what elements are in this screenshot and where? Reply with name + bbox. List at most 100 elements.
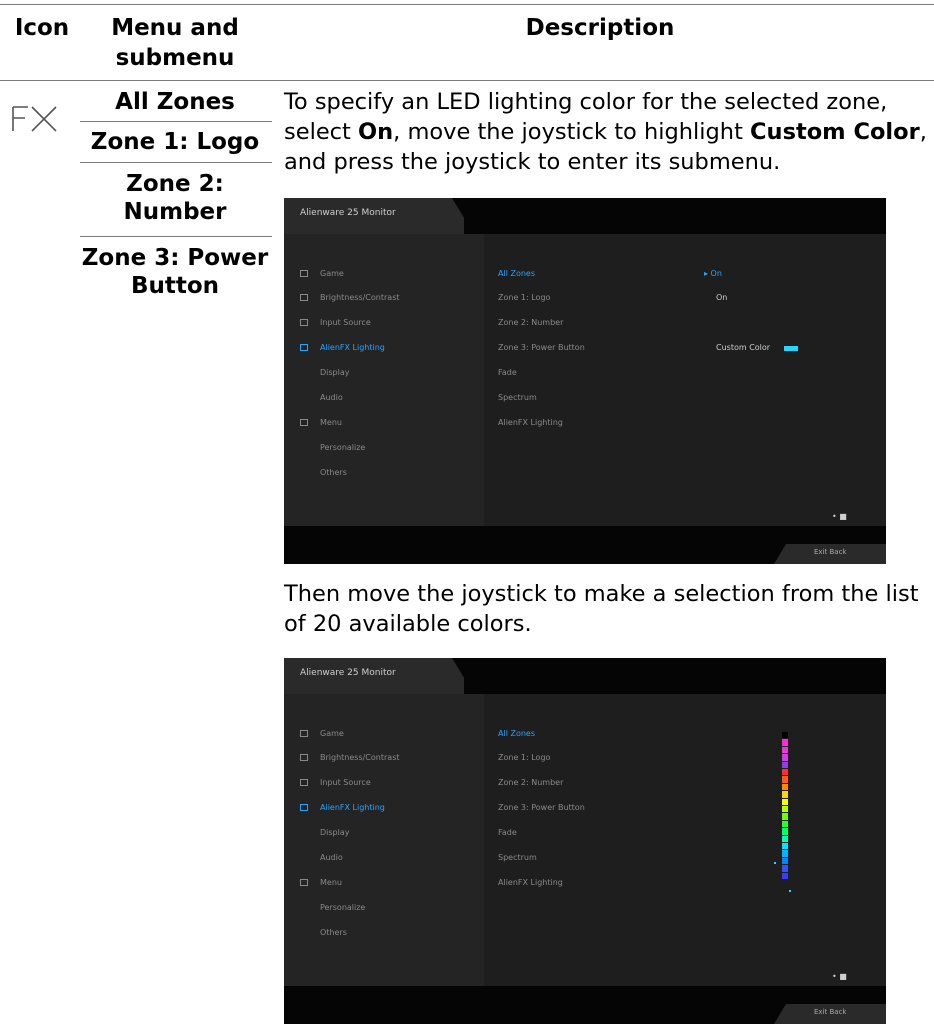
osd-menu-item: Game bbox=[320, 729, 344, 738]
osd-submenu-item: Zone 1: Logo bbox=[498, 293, 551, 302]
osd-value-on: ▸ On bbox=[704, 269, 722, 278]
osd-title: Alienware 25 Monitor bbox=[300, 208, 396, 218]
osd-menu-item: Others bbox=[320, 928, 347, 937]
osd-submenu-item: Zone 3: Power Button bbox=[498, 803, 585, 812]
osd-menu-panel bbox=[284, 234, 484, 526]
desc-text: , bbox=[919, 119, 927, 145]
osd-color-option[interactable] bbox=[782, 776, 788, 783]
alienfx-icon bbox=[300, 804, 308, 811]
osd-submenu-item: Zone 1: Logo bbox=[498, 753, 551, 762]
osd-menu-item-selected: AlienFX Lighting bbox=[320, 803, 385, 812]
osd-submenu-item-selected: All Zones bbox=[498, 729, 535, 738]
osd-selection-dot bbox=[774, 862, 776, 864]
osd-submenu-panel bbox=[484, 234, 886, 526]
desc-line: To specify an LED lighting color for the… bbox=[284, 89, 888, 115]
input-source-icon bbox=[300, 779, 308, 786]
osd-submenu-panel bbox=[484, 694, 886, 986]
osd-menu-item: Others bbox=[320, 468, 347, 477]
osd-submenu-item: Spectrum bbox=[498, 393, 537, 402]
desc-text: , move the joystick to highlight bbox=[393, 119, 751, 145]
osd-menu-item: Menu bbox=[320, 418, 342, 427]
osd-color-option[interactable] bbox=[782, 746, 788, 754]
alienfx-icon bbox=[300, 344, 308, 351]
osd-menu-item: Menu bbox=[320, 878, 342, 887]
menu-zone3-line1: Zone 3: Power bbox=[81, 245, 269, 271]
menu-icon bbox=[300, 879, 308, 886]
header-description: Description bbox=[525, 15, 675, 41]
header-menu-line2: submenu bbox=[115, 45, 235, 71]
osd-menu-item-selected: AlienFX Lighting bbox=[320, 343, 385, 352]
osd-color-option[interactable] bbox=[782, 843, 788, 850]
fx-icon-svg bbox=[12, 106, 57, 132]
osd-corner-indicator: • ■ bbox=[832, 512, 847, 521]
input-source-icon bbox=[300, 319, 308, 326]
osd-value: On bbox=[716, 293, 728, 302]
osd-color-option[interactable] bbox=[782, 798, 788, 805]
desc-line: select On, move the joystick to highligh… bbox=[284, 118, 934, 146]
osd-corner-indicator: • ■ bbox=[832, 972, 847, 981]
osd-footer: Exit Back bbox=[814, 548, 847, 556]
osd-submenu-item: Fade bbox=[498, 368, 517, 377]
table-header-rule bbox=[0, 80, 934, 81]
osd-submenu-item: Fade bbox=[498, 828, 517, 837]
osd-menu-item: Input Source bbox=[320, 318, 371, 327]
osd-color-option[interactable] bbox=[782, 783, 788, 791]
game-icon bbox=[300, 730, 308, 737]
osd-color-option[interactable] bbox=[782, 820, 788, 828]
osd-color-swatch bbox=[784, 346, 798, 351]
desc-line: and press the joystick to enter its subm… bbox=[284, 149, 781, 175]
desc-line: Then move the joystick to make a selecti… bbox=[284, 581, 919, 607]
osd-menu-item: Input Source bbox=[320, 778, 371, 787]
osd-color-option[interactable] bbox=[782, 791, 788, 798]
osd-menu-item: Brightness/Contrast bbox=[320, 293, 400, 302]
desc-bold-on: On bbox=[358, 119, 394, 145]
desc-text: select bbox=[284, 119, 359, 145]
osd-menu-item: Audio bbox=[320, 393, 343, 402]
osd-color-option[interactable] bbox=[782, 865, 788, 872]
osd-submenu-item: Zone 3: Power Button bbox=[498, 343, 585, 352]
menu-separator bbox=[80, 121, 272, 122]
osd-color-option[interactable] bbox=[782, 828, 788, 835]
desc-bold-custom-color: Custom Color bbox=[750, 119, 920, 145]
osd-menu-item: Personalize bbox=[320, 903, 366, 912]
osd-color-option[interactable] bbox=[782, 769, 788, 776]
osd-color-option[interactable] bbox=[782, 813, 788, 820]
osd-submenu-item-selected: All Zones bbox=[498, 269, 535, 278]
osd-menu-item: Personalize bbox=[320, 443, 366, 452]
osd-screenshot-1: Alienware 25 Monitor Game Brightness/Con… bbox=[284, 198, 886, 564]
osd-submenu-item: AlienFX Lighting bbox=[498, 418, 563, 427]
osd-color-option[interactable] bbox=[782, 850, 788, 857]
menu-all-zones: All Zones bbox=[115, 89, 235, 115]
osd-screenshot-2: Alienware 25 Monitor Game Brightness/Con… bbox=[284, 658, 886, 1024]
osd-selection-dot bbox=[789, 890, 791, 892]
osd-color-option[interactable] bbox=[782, 754, 788, 761]
osd-menu-item: Display bbox=[320, 368, 350, 377]
osd-color-option[interactable] bbox=[782, 761, 788, 768]
osd-color-option[interactable] bbox=[782, 872, 788, 879]
osd-menu-item: Brightness/Contrast bbox=[320, 753, 400, 762]
osd-color-option[interactable] bbox=[782, 732, 788, 739]
osd-menu-panel bbox=[284, 694, 484, 986]
table-top-rule bbox=[0, 4, 934, 5]
menu-separator bbox=[80, 236, 272, 237]
osd-color-option[interactable] bbox=[782, 835, 788, 842]
osd-menu-item: Audio bbox=[320, 853, 343, 862]
osd-color-option[interactable] bbox=[782, 739, 788, 746]
osd-menu-item: Display bbox=[320, 828, 350, 837]
menu-zone1-logo: Zone 1: Logo bbox=[90, 129, 260, 155]
osd-color-option[interactable] bbox=[782, 806, 788, 813]
menu-icon bbox=[300, 419, 308, 426]
menu-zone2-line1: Zone 2: bbox=[126, 171, 224, 197]
header-menu-line1: Menu and bbox=[111, 15, 239, 41]
osd-submenu-item: Zone 2: Number bbox=[498, 318, 564, 327]
brightness-icon bbox=[300, 754, 308, 761]
header-icon: Icon bbox=[14, 15, 70, 41]
fx-icon bbox=[10, 104, 62, 134]
osd-color-list[interactable] bbox=[782, 732, 788, 880]
osd-title: Alienware 25 Monitor bbox=[300, 668, 396, 678]
osd-submenu-item: AlienFX Lighting bbox=[498, 878, 563, 887]
osd-color-option[interactable] bbox=[782, 857, 788, 865]
menu-separator bbox=[80, 162, 272, 163]
osd-submenu-item: Spectrum bbox=[498, 853, 537, 862]
brightness-icon bbox=[300, 294, 308, 301]
